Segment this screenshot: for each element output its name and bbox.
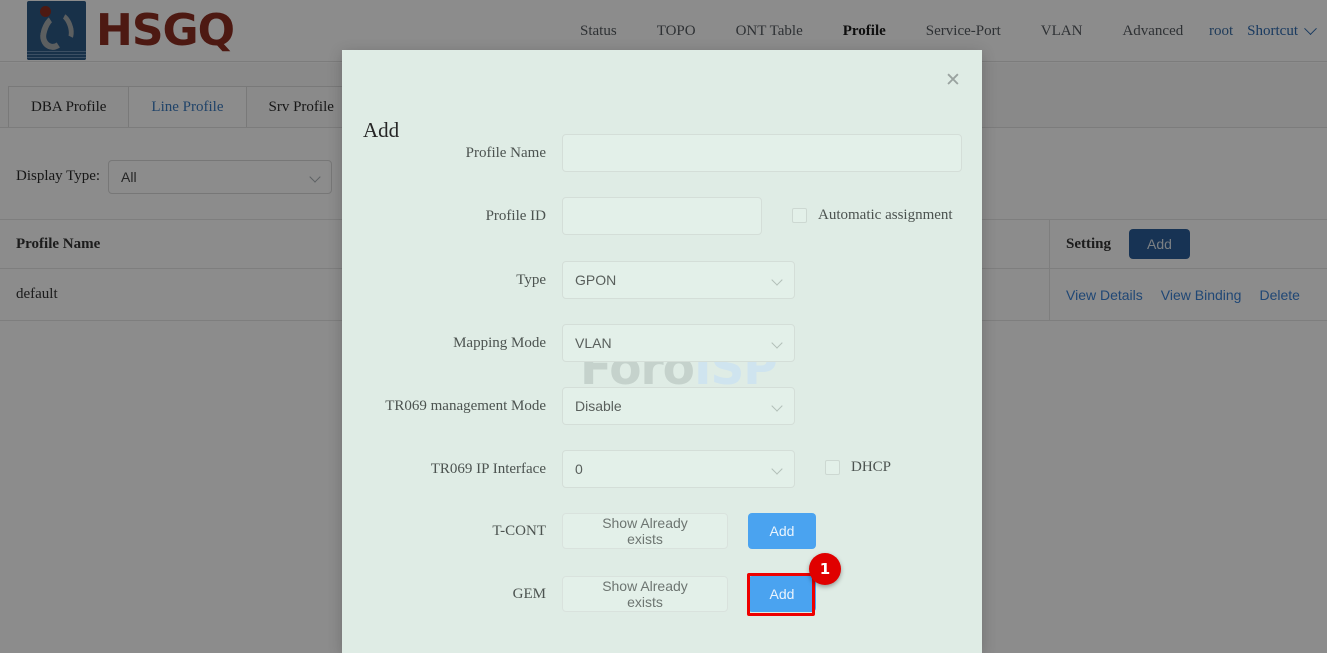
tcont-label: T-CONT — [492, 522, 546, 539]
screen: HSGQ Status TOPO ONT Table Profile Servi… — [0, 0, 1327, 653]
tr069-management-mode-value: Disable — [575, 398, 622, 414]
profile-name-input[interactable] — [562, 134, 962, 172]
tcont-add-button[interactable]: Add — [748, 513, 816, 549]
type-label: Type — [516, 271, 546, 288]
mapping-mode-select[interactable]: VLAN — [562, 324, 795, 362]
type-select[interactable]: GPON — [562, 261, 795, 299]
tr069-ip-interface-value: 0 — [575, 461, 583, 477]
field-profile-id: Profile ID — [362, 197, 762, 235]
close-icon[interactable]: ✕ — [939, 66, 967, 94]
tr069-ip-interface-select[interactable]: 0 — [562, 450, 795, 488]
tr069-management-mode-select[interactable]: Disable — [562, 387, 795, 425]
field-type: Type GPON — [362, 261, 795, 299]
chevron-down-icon — [771, 274, 783, 286]
type-value: GPON — [575, 272, 617, 288]
field-gem: GEM Show Already exists Add — [362, 576, 816, 612]
profile-id-label: Profile ID — [485, 207, 546, 224]
tcont-show-existing-button[interactable]: Show Already exists — [562, 513, 728, 549]
chevron-down-icon — [771, 463, 783, 475]
dhcp-checkbox[interactable] — [825, 460, 840, 475]
gem-add-button[interactable]: Add — [748, 576, 816, 612]
field-profile-name: Profile Name — [362, 134, 962, 172]
field-automatic-assignment[interactable]: Automatic assignment — [792, 207, 953, 224]
add-profile-dialog: Add ✕ ForoISP Profile Name Profile ID Au… — [342, 50, 982, 653]
field-dhcp[interactable]: DHCP — [825, 459, 891, 476]
gem-label: GEM — [512, 585, 546, 602]
profile-id-input[interactable] — [562, 197, 762, 235]
automatic-assignment-label: Automatic assignment — [818, 207, 953, 223]
profile-name-label: Profile Name — [465, 144, 546, 161]
dhcp-label: DHCP — [851, 459, 892, 475]
field-tcont: T-CONT Show Already exists Add — [362, 513, 816, 549]
mapping-mode-value: VLAN — [575, 335, 612, 351]
mapping-mode-label: Mapping Mode — [453, 334, 546, 351]
chevron-down-icon — [771, 400, 783, 412]
field-tr069-ip-interface: TR069 IP Interface 0 — [362, 450, 795, 488]
field-mapping-mode: Mapping Mode VLAN — [362, 324, 795, 362]
gem-show-existing-button[interactable]: Show Already exists — [562, 576, 728, 612]
tr069-management-mode-label: TR069 management Mode — [385, 397, 546, 414]
chevron-down-icon — [771, 337, 783, 349]
tr069-ip-interface-label: TR069 IP Interface — [430, 460, 546, 477]
annotation-step-badge: 1 — [809, 553, 841, 585]
automatic-assignment-checkbox[interactable] — [792, 208, 807, 223]
field-tr069-management-mode: TR069 management Mode Disable — [362, 387, 795, 425]
